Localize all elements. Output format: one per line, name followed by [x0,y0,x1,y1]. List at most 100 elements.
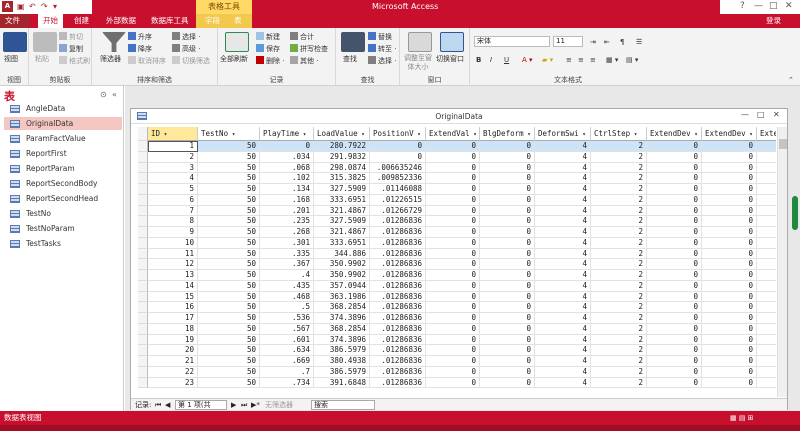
cell-extenddev[interactable]: 0 [647,302,702,313]
cell-ctrlstep[interactable]: 2 [591,227,647,238]
column-header-extenddev[interactable]: ExtendDev ▾ [647,127,702,141]
advanced-button[interactable]: 高级 · [172,44,200,54]
cell-ctrlstep[interactable]: 2 [591,366,647,378]
search-input[interactable]: 搜索 [311,400,375,410]
row-selector[interactable] [138,151,148,163]
first-record-button[interactable]: ⏮ [155,399,161,411]
cell-extendval[interactable]: 0 [426,227,480,238]
cell-playtime[interactable]: 0 [260,141,314,152]
cell-extenddev[interactable]: 0 [702,194,757,206]
cell-exter[interactable] [757,216,776,227]
cell-extenddev[interactable]: 0 [702,270,757,281]
cell-positionv[interactable]: .01286836 [370,313,426,324]
table-row[interactable]: 9 50.268 321.4867.01286836 0 0 4 2 0 0 [138,227,776,238]
cell-deformswi[interactable]: 4 [535,259,591,270]
save-quick-icon[interactable]: ▣ [17,2,25,11]
cell-testno[interactable]: 50 [198,345,260,356]
cell-extenddev[interactable]: 0 [702,227,757,238]
row-selector[interactable] [138,345,148,356]
cell-extenddev[interactable]: 0 [702,345,757,356]
cell-blgdeform[interactable]: 0 [480,270,535,281]
cell-testno[interactable]: 50 [198,259,260,270]
indent-icon[interactable]: ⇥ [590,38,596,46]
cell-extenddev[interactable]: 0 [647,205,702,217]
cell-extenddev[interactable]: 0 [702,313,757,324]
cell-extendval[interactable]: 0 [426,313,480,324]
paste-button[interactable]: 粘贴 [35,54,49,64]
cell-loadvalue[interactable]: 344.886 [314,248,370,260]
cell-extenddev[interactable]: 0 [647,377,702,389]
fit-form-button[interactable]: 调整至窗体大小 [403,54,433,72]
column-header-extenddev-2[interactable]: ExtendDev ▾ [702,127,757,141]
table-row[interactable]: 3 50.068 298.0874.006635246 0 0 4 2 0 0 [138,162,776,174]
delete-record-button[interactable]: 删除 · [256,56,284,66]
cell-blgdeform[interactable]: 0 [480,323,535,335]
cell-id[interactable]: 8 [148,216,198,227]
cell-testno[interactable]: 50 [198,151,260,163]
table-row[interactable]: 16 50.5 368.2854.01286836 0 0 4 2 0 0 [138,302,776,313]
column-dropdown-icon[interactable]: ▾ [691,131,698,138]
cell-extendval[interactable]: 0 [426,248,480,260]
row-selector[interactable] [138,237,148,249]
cell-blgdeform[interactable]: 0 [480,173,535,184]
highlight-icon[interactable]: ▰ ▾ [542,56,553,64]
cell-extendval[interactable]: 0 [426,270,480,281]
cell-id[interactable]: 1 [148,141,198,152]
record-position-input[interactable]: 第 1 项(共 5815 [175,400,227,410]
cell-testno[interactable]: 50 [198,302,260,313]
cell-ctrlstep[interactable]: 2 [591,248,647,260]
cell-loadvalue[interactable]: 315.3825 [314,173,370,184]
cell-ctrlstep[interactable]: 2 [591,345,647,356]
find-button[interactable]: 查找 [343,54,357,64]
cell-playtime[interactable]: .468 [260,291,314,303]
column-header-id[interactable]: ID ▾ [148,127,198,141]
row-selector[interactable] [138,259,148,270]
cell-ctrlstep[interactable]: 2 [591,323,647,335]
cell-blgdeform[interactable]: 0 [480,205,535,217]
table-row[interactable]: 11 50.335 344.886.01286836 0 0 4 2 0 0 [138,248,776,260]
cut-button[interactable]: 剪切 [59,32,83,42]
cell-exter[interactable] [757,173,776,184]
undo-icon[interactable]: ↶ [29,2,36,11]
cell-positionv[interactable]: .01286836 [370,302,426,313]
cell-loadvalue[interactable]: 386.5979 [314,366,370,378]
customize-qat-icon[interactable]: ▾ [53,2,57,11]
copy-button[interactable]: 复制 [59,44,83,54]
table-row[interactable]: 21 50.669 380.4938.01286836 0 0 4 2 0 0 [138,356,776,367]
cell-extendval[interactable]: 0 [426,141,480,152]
cell-deformswi[interactable]: 4 [535,227,591,238]
table-row[interactable]: 19 50.601 374.3896.01286836 0 0 4 2 0 0 [138,334,776,346]
new-record-button[interactable]: 新建 [256,32,280,42]
cell-deformswi[interactable]: 4 [535,323,591,335]
cell-loadvalue[interactable]: 386.5979 [314,345,370,356]
cell-positionv[interactable]: .01286836 [370,291,426,303]
cell-loadvalue[interactable]: 374.3896 [314,313,370,324]
cell-positionv[interactable]: .01286836 [370,259,426,270]
cell-positionv[interactable]: .01286836 [370,270,426,281]
row-selector[interactable] [138,141,148,152]
cell-id[interactable]: 9 [148,227,198,238]
cell-extenddev[interactable]: 0 [647,184,702,195]
cell-ctrlstep[interactable]: 2 [591,237,647,249]
row-selector[interactable] [138,334,148,346]
cell-blgdeform[interactable]: 0 [480,356,535,367]
cell-blgdeform[interactable]: 0 [480,334,535,346]
cell-exter[interactable] [757,345,776,356]
nav-item-angle-data[interactable]: AngleData [4,102,122,115]
cell-extendval[interactable]: 0 [426,291,480,303]
cell-id[interactable]: 20 [148,345,198,356]
table-row[interactable]: 18 50.567 368.2854.01286836 0 0 4 2 0 0 [138,323,776,335]
column-dropdown-icon[interactable]: ▾ [160,131,168,138]
cell-testno[interactable]: 50 [198,356,260,367]
cell-playtime[interactable]: .567 [260,323,314,335]
cell-playtime[interactable]: .5 [260,302,314,313]
cell-extenddev[interactable]: 0 [647,334,702,346]
font-size-select[interactable]: 11 [553,36,583,47]
tab-external-data[interactable]: 外部数据 [101,14,141,28]
cell-testno[interactable]: 50 [198,366,260,378]
cell-extenddev[interactable]: 0 [702,302,757,313]
cell-testno[interactable]: 50 [198,248,260,260]
fill-color-icon[interactable]: ▤ ▾ [626,56,638,64]
cell-extendval[interactable]: 0 [426,194,480,206]
align-right-icon[interactable]: ≡ [590,56,596,64]
